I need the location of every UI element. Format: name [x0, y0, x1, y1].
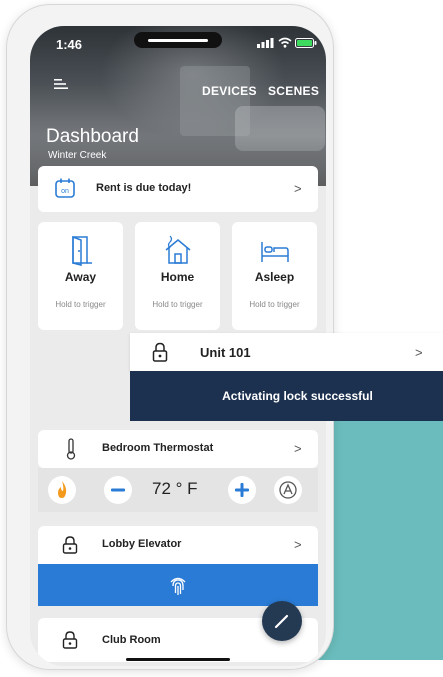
thermostat-card[interactable]: Bedroom Thermostat > — [38, 430, 318, 468]
calendar-icon-label: on — [61, 188, 69, 195]
chevron-right-icon: > — [294, 537, 302, 552]
increase-temp-button[interactable] — [228, 476, 256, 504]
scene-home-label: Home — [160, 270, 195, 284]
thermostat-controls: 72 ° F — [38, 468, 318, 512]
scene-away[interactable]: Away Hold to trigger — [38, 222, 123, 330]
chevron-right-icon: > — [294, 181, 302, 196]
rent-due-text: Rent is due today! — [96, 182, 192, 194]
temperature-readout: 72 ° F — [152, 479, 198, 498]
minus-icon — [111, 488, 125, 492]
battery-icon — [295, 38, 317, 48]
door-icon — [72, 235, 92, 266]
nav-scenes-tab[interactable]: SCENES — [268, 84, 319, 98]
status-bar: 1:46 — [30, 26, 326, 56]
plus-icon — [235, 483, 249, 497]
house-icon — [165, 235, 191, 264]
unit-101-label: Unit 101 — [200, 345, 251, 360]
notch-bar — [148, 39, 208, 42]
rent-due-card[interactable]: on Rent is due today! > — [38, 166, 318, 212]
calendar-icon: on — [55, 178, 75, 198]
scene-away-label: Away — [64, 270, 97, 284]
stage: 1:46 DEVICES SCENES Dashboard Winter Cre… — [0, 0, 443, 677]
lobby-elevator-card[interactable]: Lobby Elevator > — [38, 526, 318, 564]
chevron-right-icon: > — [415, 345, 423, 360]
scene-home-hint: Hold to trigger — [152, 300, 203, 309]
scene-asleep-hint: Hold to trigger — [249, 300, 300, 309]
pencil-icon — [274, 614, 289, 629]
menu-icon[interactable] — [54, 78, 68, 90]
chevron-right-icon: > — [294, 441, 302, 456]
toast-message: Activating lock successful — [222, 389, 373, 403]
thermometer-icon — [66, 438, 76, 460]
home-indicator — [126, 658, 230, 661]
scene-asleep-label: Asleep — [254, 270, 295, 284]
scene-asleep[interactable]: Asleep Hold to trigger — [232, 222, 317, 330]
property-name: Winter Creek — [48, 150, 107, 161]
fingerprint-icon — [170, 577, 186, 595]
scene-home[interactable]: Home Hold to trigger — [135, 222, 220, 330]
lock-icon — [152, 342, 168, 362]
bed-icon — [261, 242, 289, 262]
edit-fab-button[interactable] — [262, 601, 302, 641]
wifi-icon — [278, 37, 292, 48]
club-room-label: Club Room — [102, 634, 161, 646]
lock-icon — [62, 631, 78, 649]
scene-away-hint: Hold to trigger — [55, 300, 106, 309]
heat-mode-button[interactable] — [48, 476, 76, 504]
signal-icon — [257, 38, 274, 48]
elevator-unlock-button[interactable] — [38, 564, 318, 606]
unit-101-card[interactable]: Unit 101 > — [130, 333, 443, 371]
success-toast: Activating lock successful — [130, 371, 443, 421]
nav-devices-tab[interactable]: DEVICES — [202, 84, 257, 98]
flame-icon — [58, 481, 67, 498]
lock-icon — [62, 536, 78, 554]
lobby-elevator-label: Lobby Elevator — [102, 538, 182, 550]
auto-mode-button[interactable] — [274, 476, 302, 504]
page-title: Dashboard — [46, 126, 139, 147]
auto-mode-icon — [279, 481, 297, 499]
decrease-temp-button[interactable] — [104, 476, 132, 504]
dashboard-header: 1:46 DEVICES SCENES Dashboard Winter Cre… — [30, 26, 326, 186]
status-time: 1:46 — [56, 37, 83, 52]
thermostat-label: Bedroom Thermostat — [102, 442, 214, 454]
